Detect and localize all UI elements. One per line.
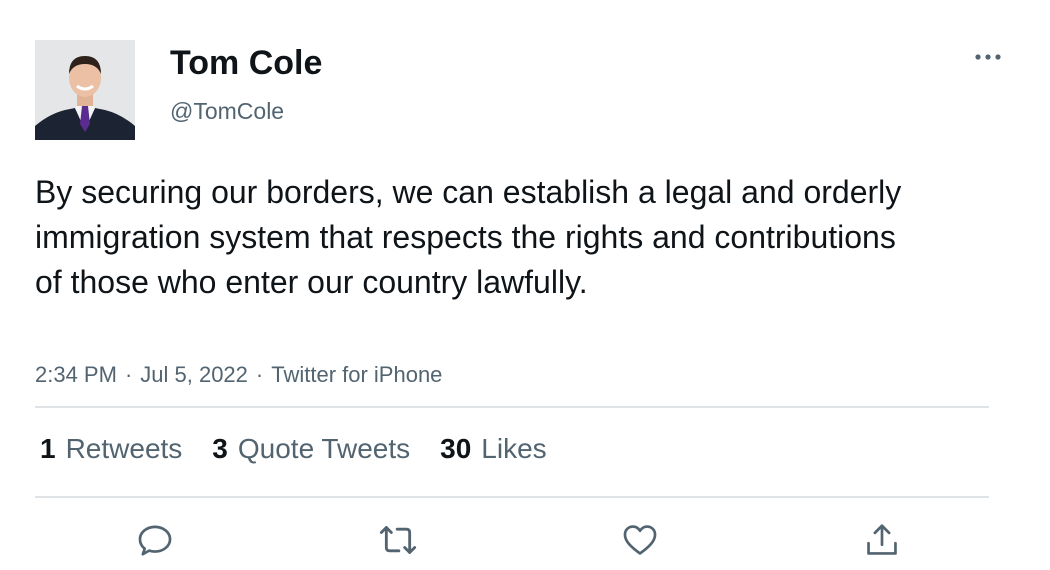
heart-icon bbox=[623, 525, 657, 555]
tweet-time[interactable]: 2:34 PM bbox=[35, 362, 117, 387]
likes-stat[interactable]: 30 Likes bbox=[440, 430, 547, 468]
divider bbox=[35, 496, 989, 498]
likes-count: 30 bbox=[440, 433, 472, 464]
author-name[interactable]: Tom Cole bbox=[170, 42, 322, 84]
reply-button[interactable] bbox=[133, 518, 177, 562]
tweet-stats: 1 Retweets 3 Quote Tweets 30 Likes bbox=[40, 430, 577, 468]
tweet-text: By securing our borders, we can establis… bbox=[35, 174, 902, 300]
meta-separator: · bbox=[124, 362, 133, 387]
more-options-icon bbox=[975, 54, 1001, 60]
retweet-button[interactable] bbox=[376, 518, 420, 562]
profile-photo bbox=[35, 40, 135, 140]
tweet-date[interactable]: Jul 5, 2022 bbox=[140, 362, 248, 387]
author-handle[interactable]: @TomCole bbox=[170, 96, 284, 126]
retweets-count: 1 bbox=[40, 433, 56, 464]
likes-label: Likes bbox=[481, 433, 547, 464]
tweet-actions bbox=[0, 518, 1050, 562]
quote-tweets-stat[interactable]: 3 Quote Tweets bbox=[212, 430, 410, 468]
tweet-meta: 2:34 PM · Jul 5, 2022 · Twitter for iPhone bbox=[35, 360, 442, 390]
share-button[interactable] bbox=[860, 518, 904, 562]
divider bbox=[35, 406, 989, 408]
reply-icon bbox=[138, 525, 172, 556]
share-icon bbox=[867, 524, 897, 555]
retweet-icon bbox=[379, 526, 417, 554]
quote-tweets-count: 3 bbox=[212, 433, 228, 464]
retweets-stat[interactable]: 1 Retweets bbox=[40, 430, 182, 468]
more-options-button[interactable] bbox=[968, 44, 1008, 70]
quote-tweets-label: Quote Tweets bbox=[237, 433, 411, 464]
meta-separator: · bbox=[255, 362, 264, 387]
retweets-label: Retweets bbox=[65, 433, 183, 464]
tweet-source[interactable]: Twitter for iPhone bbox=[271, 362, 442, 387]
like-button[interactable] bbox=[618, 518, 662, 562]
avatar[interactable] bbox=[35, 40, 135, 140]
